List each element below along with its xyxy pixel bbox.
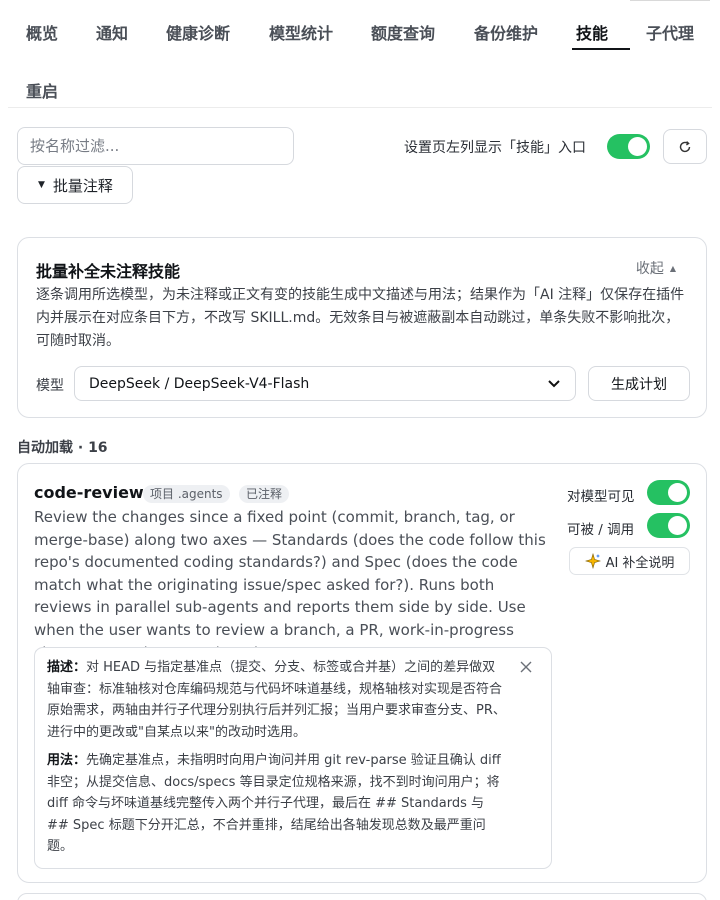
source-badge: 项目 .agents <box>143 485 230 503</box>
tab-quota[interactable]: 额度查询 <box>371 20 435 44</box>
note-description-text: 对 HEAD 与指定基准点（提交、分支、标签或合并基）之间的差异做双轴审查：标准… <box>47 660 506 740</box>
model-select-value: DeepSeek / DeepSeek-V4-Flash <box>89 375 310 392</box>
tab-restart[interactable]: 重启 <box>26 78 58 102</box>
ai-complete-button[interactable]: AI 补全说明 <box>569 547 690 575</box>
callable-switch[interactable] <box>647 513 690 538</box>
visible-to-model-label: 对模型可见 <box>567 489 635 505</box>
section-label: 自动加载 · 16 <box>17 440 108 456</box>
ai-complete-label: AI 补全说明 <box>605 555 675 571</box>
visible-to-model-switch[interactable] <box>647 480 690 505</box>
note-usage: 用法：先确定基准点，未指明时向用户询问并用 git rev-parse 验证且确… <box>47 750 507 858</box>
note-usage-title: 用法： <box>47 753 87 768</box>
active-tab-indicator <box>572 48 630 50</box>
batch-annotate-button[interactable]: ▼ 批量注释 <box>17 166 133 204</box>
sidebar-toggle-switch[interactable] <box>607 134 650 159</box>
panel-title: 批量补全未注释技能 <box>36 262 181 281</box>
batch-annotate-panel: 批量补全未注释技能 收起 ▲ 逐条调用所选模型，为未注释或正文有变的技能生成中文描… <box>17 237 707 418</box>
filter-input[interactable] <box>17 127 294 165</box>
tab-subagents[interactable]: 子代理 <box>646 20 694 44</box>
tab-health[interactable]: 健康诊断 <box>166 20 230 44</box>
model-select[interactable]: DeepSeek / DeepSeek-V4-Flash <box>74 366 576 401</box>
collapse-button[interactable]: 收起 ▲ <box>636 258 676 278</box>
switch-knob <box>628 137 647 156</box>
chevron-down-icon <box>548 379 560 387</box>
refresh-icon <box>679 140 691 152</box>
skill-name: code-review <box>34 483 144 502</box>
switch-knob <box>668 516 687 535</box>
switch-knob <box>668 483 687 502</box>
tab-backup[interactable]: 备份维护 <box>474 20 538 44</box>
note-description: 描述：对 HEAD 与指定基准点（提交、分支、标签或合并基）之间的差异做双轴审查… <box>47 657 507 743</box>
note-usage-text: 先确定基准点，未指明时向用户询问并用 git rev-parse 验证且确认 d… <box>47 753 501 854</box>
generate-plan-button[interactable]: 生成计划 <box>588 366 690 401</box>
tab-bar: 概览 通知 健康诊断 模型统计 额度查询 备份维护 技能 子代理 重启 <box>8 0 712 108</box>
skill-description: Review the changes since a fixed point (… <box>34 508 546 662</box>
batch-annotate-label: 批量注释 <box>52 176 113 195</box>
tab-notifications[interactable]: 通知 <box>96 20 128 44</box>
tab-bar-top-border <box>630 0 710 1</box>
tab-overview[interactable]: 概览 <box>26 20 58 44</box>
next-skill-card <box>17 893 707 900</box>
ai-note-box: 描述：对 HEAD 与指定基准点（提交、分支、标签或合并基）之间的差异做双轴审查… <box>34 647 552 869</box>
model-label: 模型 <box>36 378 64 394</box>
sparkle-icon <box>584 553 601 569</box>
skill-card: code-review 项目 .agents 已注释 对模型可见 可被 / 调用… <box>17 463 707 883</box>
note-description-title: 描述： <box>47 660 87 675</box>
panel-description: 逐条调用所选模型，为未注释或正文有变的技能生成中文描述与用法；结果作为「AI 注… <box>36 287 685 349</box>
tab-model-stats[interactable]: 模型统计 <box>269 20 333 44</box>
close-icon[interactable] <box>517 658 535 676</box>
annotated-badge: 已注释 <box>239 485 290 503</box>
caret-up-icon: ▲ <box>669 264 676 273</box>
sidebar-toggle-label: 设置页左列显示「技能」入口 <box>404 140 586 156</box>
tab-skills[interactable]: 技能 <box>576 20 608 44</box>
callable-label: 可被 / 调用 <box>567 522 635 538</box>
collapse-label: 收起 <box>635 261 664 277</box>
caret-down-icon: ▼ <box>38 180 45 190</box>
refresh-button[interactable] <box>663 129 707 164</box>
